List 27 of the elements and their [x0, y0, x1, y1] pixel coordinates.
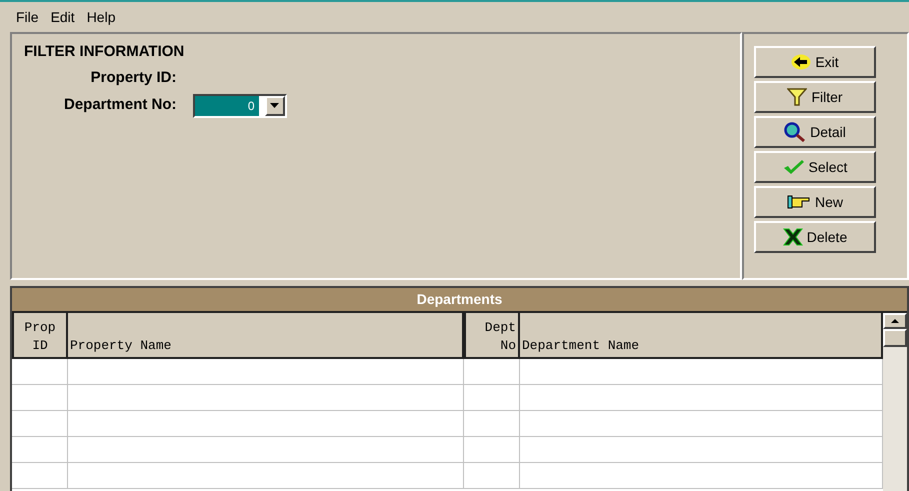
menu-item[interactable]: File: [16, 6, 39, 28]
x-mark-icon: [782, 228, 803, 246]
toolbar-button[interactable]: Select: [754, 151, 876, 183]
toolbar-button[interactable]: Delete: [754, 221, 876, 253]
column-header[interactable]: Property Name: [68, 313, 464, 357]
scroll-up-button[interactable]: [883, 313, 907, 329]
caret-icon[interactable]: [264, 96, 285, 116]
pointing-hand-icon: [786, 194, 811, 210]
department-dropdown[interactable]: 0: [192, 94, 287, 118]
table-title-bar: Departments: [12, 288, 907, 313]
column-header[interactable]: Prop ID: [12, 313, 68, 357]
toolbar-button[interactable]: Detail: [754, 116, 876, 148]
field-label: Property ID:: [90, 68, 177, 88]
toolbar-button[interactable]: Filter: [754, 81, 876, 113]
toolbar-button[interactable]: Exit: [754, 46, 876, 78]
scroll-thumb[interactable]: [883, 329, 907, 347]
up-arrow-icon[interactable]: [891, 319, 899, 323]
funnel-icon: [787, 88, 808, 106]
menu-item[interactable]: Edit: [50, 6, 75, 28]
toolbar-button[interactable]: New: [754, 186, 876, 218]
checkmark-icon: [782, 159, 805, 175]
panel-title: FILTER INFORMATION: [24, 44, 186, 59]
field-label: Department No:: [64, 95, 177, 116]
scrollbar[interactable]: [883, 313, 907, 491]
magnifier-icon: [784, 122, 806, 142]
column-header[interactable]: Dept No: [464, 313, 520, 357]
menu-item[interactable]: Help: [86, 6, 116, 28]
